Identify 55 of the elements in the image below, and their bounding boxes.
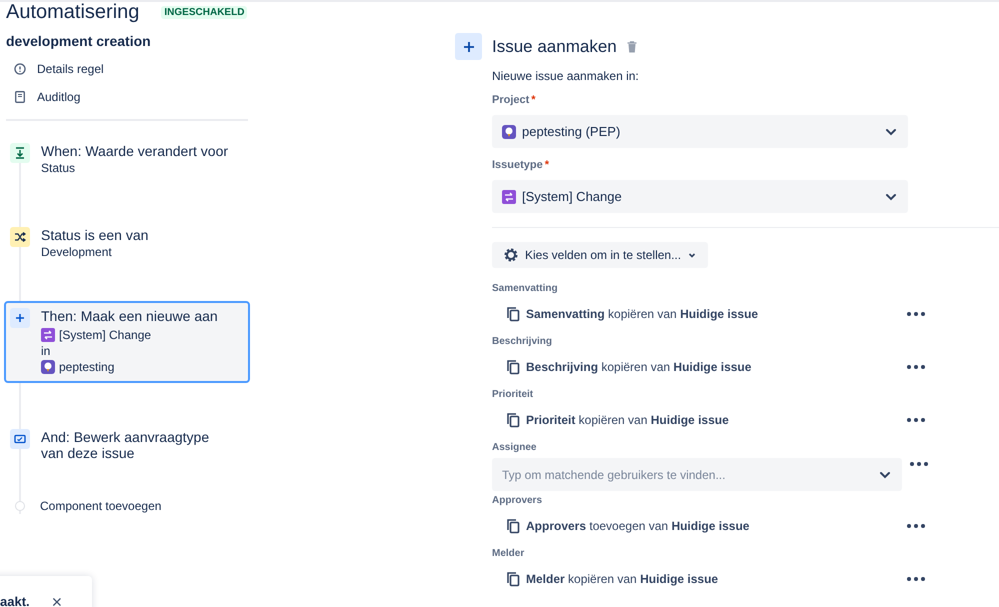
field-label: Beschrijving — [492, 336, 554, 348]
info-icon — [14, 63, 26, 75]
field-label: Issuetype — [492, 159, 543, 172]
edit-field-icon — [10, 429, 30, 449]
required-mark: * — [544, 159, 550, 172]
panel-title: Issue aanmaken — [492, 36, 617, 56]
field-label: Samenvatting — [492, 283, 559, 295]
select-field[interactable]: peptesting (PEP) — [492, 115, 908, 148]
step-detail: Status — [41, 161, 76, 175]
project-avatar-icon — [502, 124, 516, 138]
status-badge: INGESCHAKELD — [161, 6, 248, 18]
issuetype-icon — [502, 190, 516, 204]
step-detail: in — [41, 344, 52, 358]
copy-value-text: Melder kopiëren van Huidige issue — [526, 571, 720, 588]
settings-icon — [503, 247, 519, 263]
copy-icon — [505, 306, 521, 322]
trigger-icon — [10, 143, 30, 163]
rule-step[interactable]: Then: Maak een nieuwe aan [System] Change in peptesting — [4, 301, 250, 383]
sidebar-link[interactable]: Auditlog — [14, 83, 250, 111]
page-title: Automatisering — [6, 1, 140, 23]
select-field[interactable]: [System] Change — [492, 180, 908, 213]
add-component-link[interactable]: Component toevoegen — [40, 497, 162, 515]
intro-text: Nieuwe issue aanmaken in: — [492, 69, 640, 83]
copy-value-text: Samenvatting kopiëren van Huidige issue — [526, 306, 760, 323]
field-label: Approvers — [492, 495, 544, 507]
shuffle-icon — [10, 227, 30, 247]
step-detail: Development — [41, 245, 113, 259]
document-icon — [15, 91, 25, 103]
issuetype-name: [System] Change — [59, 327, 152, 344]
project-avatar-icon — [41, 360, 55, 374]
rule-step[interactable]: And: Bewerk aanvraagtype van deze issue — [4, 425, 250, 467]
copy-icon — [505, 412, 521, 428]
choose-fields-button[interactable]: Kies velden om in te stellen... — [492, 242, 708, 268]
field-label: Prioriteit — [492, 389, 534, 401]
rule-step[interactable]: Status is een van Development — [4, 223, 250, 263]
issuetype-icon — [41, 328, 55, 342]
copy-value-text: Prioriteit kopiëren van Huidige issue — [526, 412, 730, 429]
copy-value-text: Beschrijving kopiëren van Huidige issue — [526, 359, 752, 376]
toast-message: aakt. — [0, 594, 30, 607]
plus-icon — [10, 308, 30, 328]
close-button[interactable]: × — [52, 594, 62, 607]
required-mark: * — [531, 94, 536, 107]
rule-name: development creation — [6, 33, 152, 49]
copy-icon — [505, 518, 521, 534]
plus-icon — [455, 33, 482, 60]
project-name: peptesting — [59, 359, 114, 376]
field-label: Assignee — [492, 442, 538, 454]
field-label: Melder — [492, 548, 526, 560]
trash-icon[interactable] — [626, 40, 637, 52]
field-label: Project — [492, 94, 530, 107]
copy-icon — [505, 359, 521, 375]
copy-value-text: Approvers toevoegen van Huidige issue — [526, 518, 750, 535]
rule-step[interactable]: When: Waarde verandert voor Status — [4, 139, 250, 179]
copy-icon — [505, 571, 521, 587]
sidebar-link[interactable]: Details regel — [14, 55, 250, 83]
